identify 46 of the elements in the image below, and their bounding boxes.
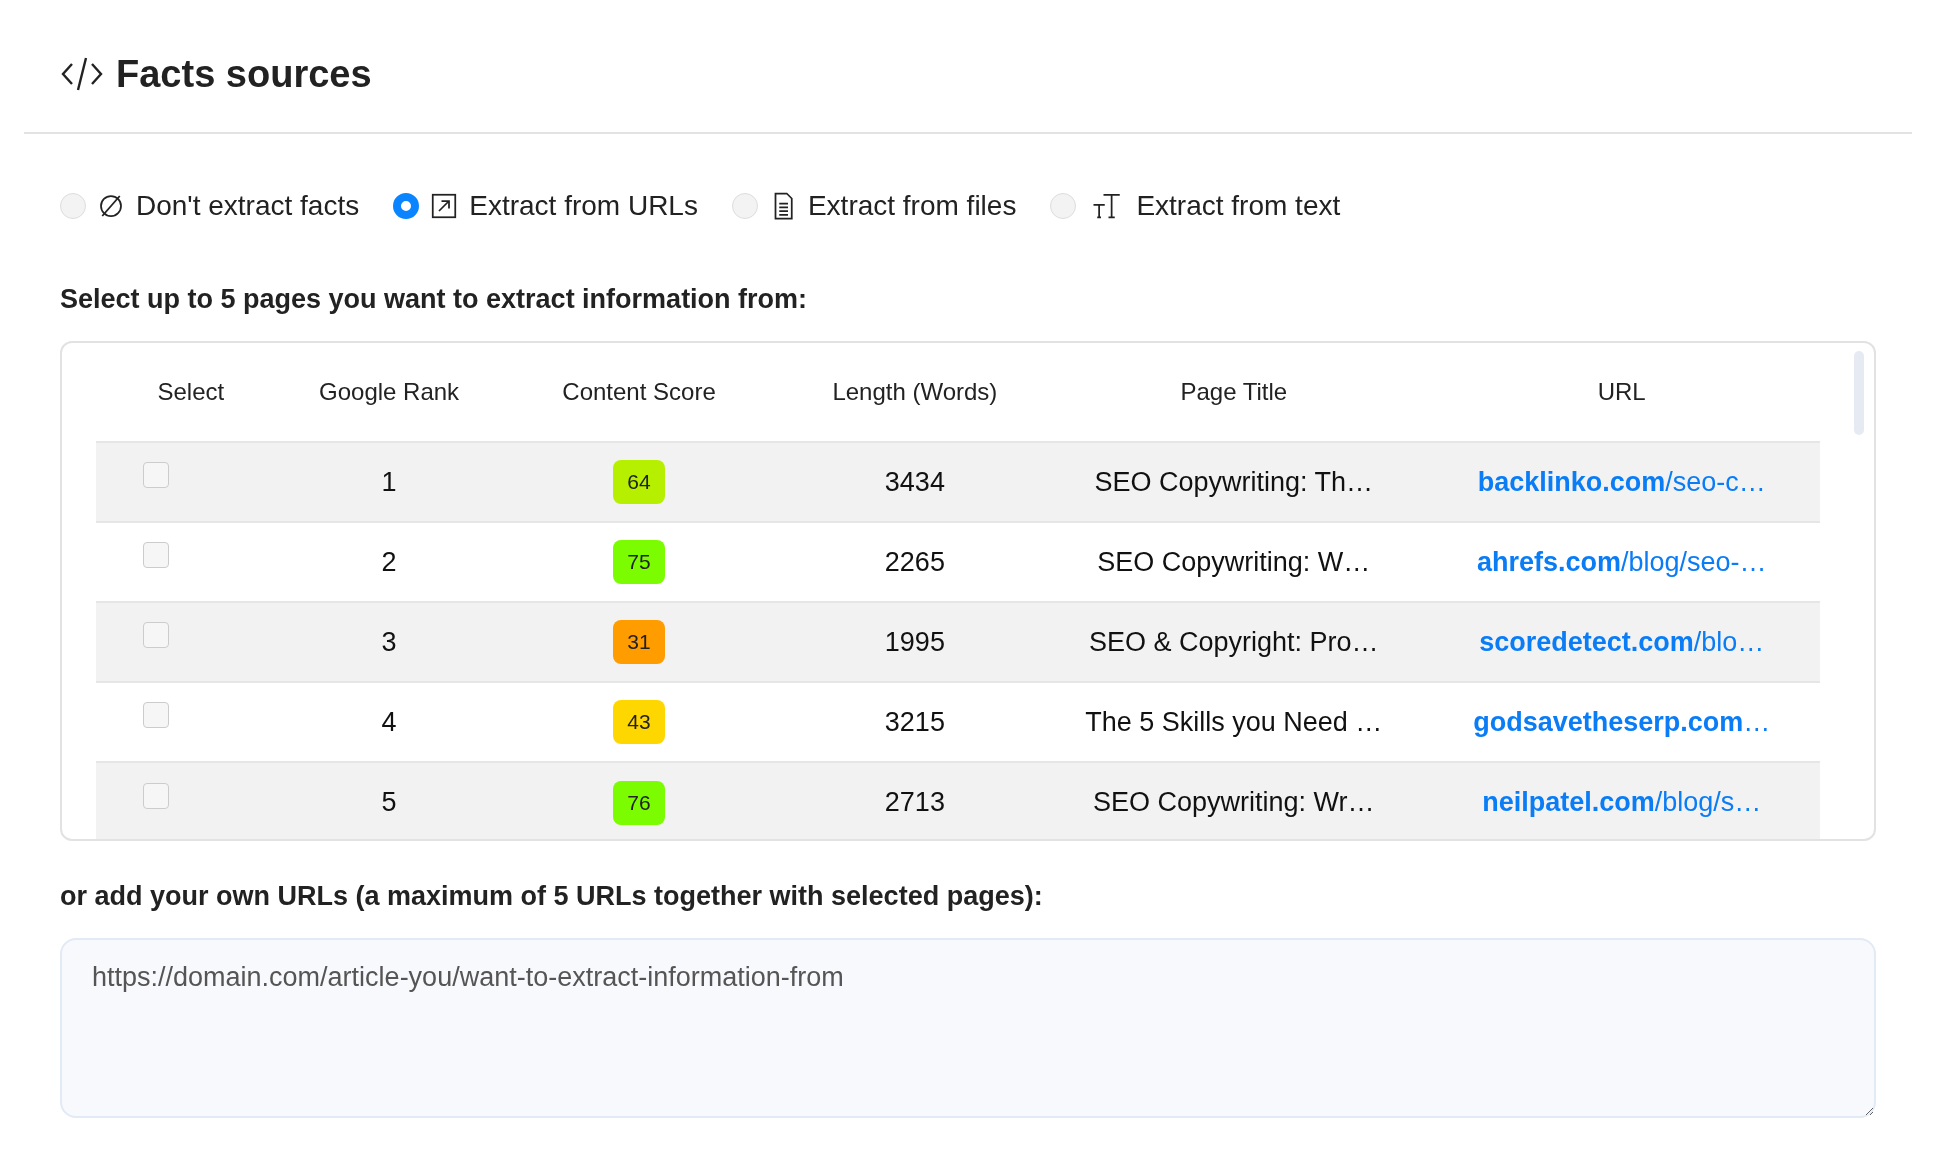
page-title-text: SEO Copywriting: Wr… xyxy=(1093,787,1375,817)
page-title-text: The 5 Skills you Need … xyxy=(1085,706,1383,737)
score-badge: 43 xyxy=(613,700,665,744)
column-header: Google Rank xyxy=(285,343,493,442)
url-link[interactable]: ahrefs.com/blog/seo-… xyxy=(1476,546,1767,577)
score-badge: 31 xyxy=(613,620,665,664)
column-header: Select xyxy=(96,343,286,442)
length-text: 2713 xyxy=(884,787,945,817)
rank-text: 5 xyxy=(381,787,397,817)
section-title: Facts sources xyxy=(116,52,372,96)
option-label: Extract from files xyxy=(807,190,1017,222)
column-header: URL xyxy=(1423,343,1820,442)
url-link[interactable]: neilpatel.com/blog/s… xyxy=(1482,787,1762,817)
column-header: Length (Words) xyxy=(785,343,1045,442)
option-label: Don't extract facts xyxy=(136,190,360,222)
url-link[interactable]: godsavetheserp.com… xyxy=(1473,706,1771,737)
length-text: 2265 xyxy=(884,546,945,577)
row-checkbox[interactable] xyxy=(142,702,169,729)
score-badge: 76 xyxy=(613,780,665,825)
option-label: Extract from URLs xyxy=(469,190,698,222)
rank-text: 3 xyxy=(381,626,397,657)
rank-text: 4 xyxy=(381,706,397,737)
row-checkbox[interactable] xyxy=(142,622,169,649)
radio-button[interactable] xyxy=(393,193,420,219)
urls-input-field[interactable]: https://domain.com/article-you/want-to-extract-information-from xyxy=(60,938,1876,1118)
rank-text: 2 xyxy=(381,546,397,577)
own-urls-label: or add your own URLs (a maximum of 5 URLs together with selected pages): xyxy=(60,881,1044,912)
option-label: Extract from text xyxy=(1136,190,1341,222)
length-text: 3434 xyxy=(884,466,945,497)
page-title-text: SEO & Copyright: Pro… xyxy=(1089,626,1379,657)
score-badge: 64 xyxy=(613,460,665,504)
pages-label: Select up to 5 pages you want to extract information from: xyxy=(60,284,809,315)
column-header: Page Title xyxy=(1044,343,1424,442)
page-title-text: SEO Copywriting: W… xyxy=(1097,546,1371,577)
row-checkbox[interactable] xyxy=(142,462,169,489)
length-text: 1995 xyxy=(884,626,945,657)
page-title-text: SEO Copywriting: Th… xyxy=(1094,466,1374,497)
row-checkbox[interactable] xyxy=(142,782,169,809)
scrollbar-thumb[interactable] xyxy=(1854,351,1864,435)
column-header: Content Score xyxy=(492,343,786,442)
score-badge: 75 xyxy=(613,540,665,584)
length-text: 3215 xyxy=(884,706,945,737)
url-link[interactable]: backlinko.com/seo-c… xyxy=(1477,466,1766,497)
row-checkbox[interactable] xyxy=(142,542,169,569)
rank-text: 1 xyxy=(381,466,397,497)
url-link[interactable]: scoredetect.com/blo… xyxy=(1479,626,1765,657)
